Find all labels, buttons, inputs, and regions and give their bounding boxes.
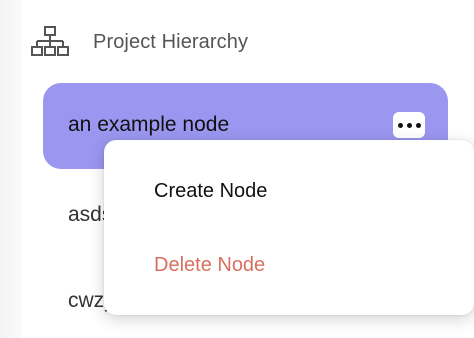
- create-node-menu-item[interactable]: Create Node: [154, 180, 267, 203]
- sidebar-edge: [0, 0, 22, 338]
- context-menu: Create Node Delete Node: [104, 140, 474, 315]
- node-label: an example node: [68, 113, 230, 136]
- page-header: Project Hierarchy: [30, 22, 248, 62]
- hierarchy-icon: [30, 22, 70, 62]
- page-title: Project Hierarchy: [93, 30, 249, 53]
- delete-node-menu-item[interactable]: Delete Node: [154, 254, 265, 277]
- more-options-button[interactable]: [393, 112, 425, 138]
- more-dots-icon: [415, 122, 421, 128]
- more-dots-icon: [406, 122, 412, 128]
- more-dots-icon: [397, 122, 403, 128]
